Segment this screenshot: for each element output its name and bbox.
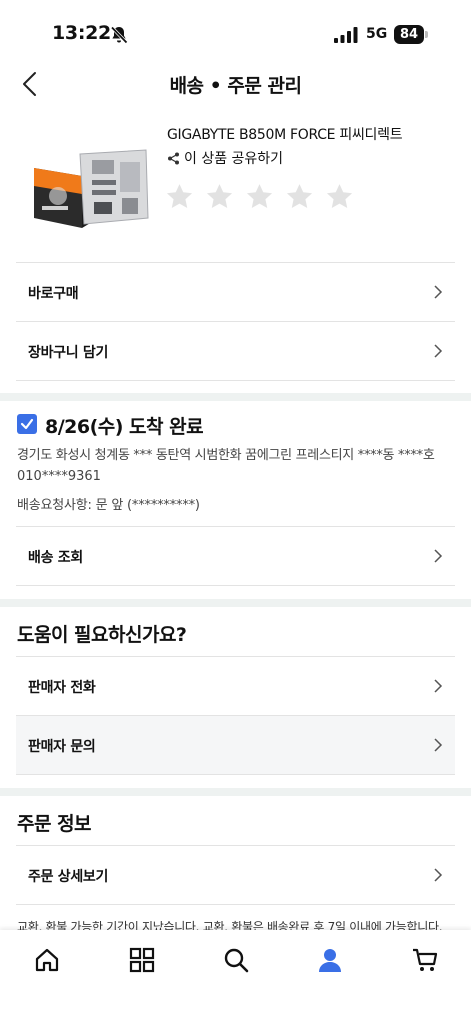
divider xyxy=(16,774,455,775)
inquire-seller-row[interactable]: 판매자 문의 xyxy=(16,716,455,774)
product-name: GIGABYTE B850M FORCE 피씨디렉트 xyxy=(167,127,403,143)
call-seller-label: 판매자 전화 xyxy=(28,680,96,696)
divider xyxy=(16,585,455,586)
chevron-right-icon xyxy=(434,738,443,752)
product-image[interactable] xyxy=(30,148,150,230)
star-icon[interactable] xyxy=(325,182,354,211)
star-icon[interactable] xyxy=(285,182,314,211)
section-separator xyxy=(0,393,471,401)
divider xyxy=(16,380,455,381)
buy-now-label: 바로구매 xyxy=(28,286,79,302)
delivery-request: 배송요청사항: 문 앞 (**********) xyxy=(17,498,200,513)
network-type: 5G xyxy=(366,26,388,42)
delivery-status: 8/26(수) 도착 완료 xyxy=(45,416,204,438)
add-to-cart-row[interactable]: 장바구니 담기 xyxy=(16,322,455,380)
track-delivery-row[interactable]: 배송 조회 xyxy=(16,527,455,585)
star-icon[interactable] xyxy=(205,182,234,211)
page-title: 배송 • 주문 관리 xyxy=(169,75,302,97)
star-icon[interactable] xyxy=(245,182,274,211)
buy-now-row[interactable]: 바로구매 xyxy=(16,263,455,321)
share-icon xyxy=(168,152,179,164)
share-product-link[interactable]: 이 상품 공유하기 xyxy=(167,148,283,168)
status-bar: 13:22 5G 84 xyxy=(0,0,471,62)
chevron-right-icon xyxy=(434,549,443,563)
track-delivery-label: 배송 조회 xyxy=(28,550,83,566)
home-icon[interactable] xyxy=(33,946,61,974)
star-icon[interactable] xyxy=(165,182,194,211)
bottom-tab-bar xyxy=(0,930,471,1024)
divider xyxy=(16,904,455,905)
signal-icon xyxy=(334,27,358,43)
add-to-cart-label: 장바구니 담기 xyxy=(28,345,109,361)
order-info-heading: 주문 정보 xyxy=(17,813,92,835)
cart-icon[interactable] xyxy=(411,946,439,974)
share-label: 이 상품 공유하기 xyxy=(184,151,284,167)
product-summary: GIGABYTE B850M FORCE 피씨디렉트 이 상품 공유하기 xyxy=(0,112,471,262)
header: 배송 • 주문 관리 xyxy=(0,62,471,106)
status-time: 13:22 xyxy=(52,22,111,44)
check-icon xyxy=(20,418,34,430)
chevron-right-icon xyxy=(434,285,443,299)
battery-level: 84 xyxy=(394,25,424,44)
silent-bell-icon xyxy=(110,26,128,44)
inquire-seller-label: 판매자 문의 xyxy=(28,739,96,755)
section-separator xyxy=(0,788,471,796)
delivery-address: 경기도 화성시 청계동 *** 동탄역 시범한화 꿈에그린 프레스티지 ****… xyxy=(17,448,435,463)
chevron-right-icon xyxy=(434,344,443,358)
chevron-right-icon xyxy=(434,679,443,693)
delivery-phone: 010****9361 xyxy=(17,469,101,484)
delivery-checkbox[interactable] xyxy=(17,414,37,434)
category-grid-icon[interactable] xyxy=(128,946,156,974)
order-details-row[interactable]: 주문 상세보기 xyxy=(16,846,455,904)
rating-stars xyxy=(165,182,354,211)
my-page-icon[interactable] xyxy=(316,946,344,974)
order-details-label: 주문 상세보기 xyxy=(28,869,109,885)
help-heading: 도움이 필요하신가요? xyxy=(17,624,187,646)
call-seller-row[interactable]: 판매자 전화 xyxy=(16,657,455,715)
search-icon[interactable] xyxy=(222,946,250,974)
section-separator xyxy=(0,599,471,607)
battery-tip xyxy=(425,31,428,38)
chevron-right-icon xyxy=(434,868,443,882)
